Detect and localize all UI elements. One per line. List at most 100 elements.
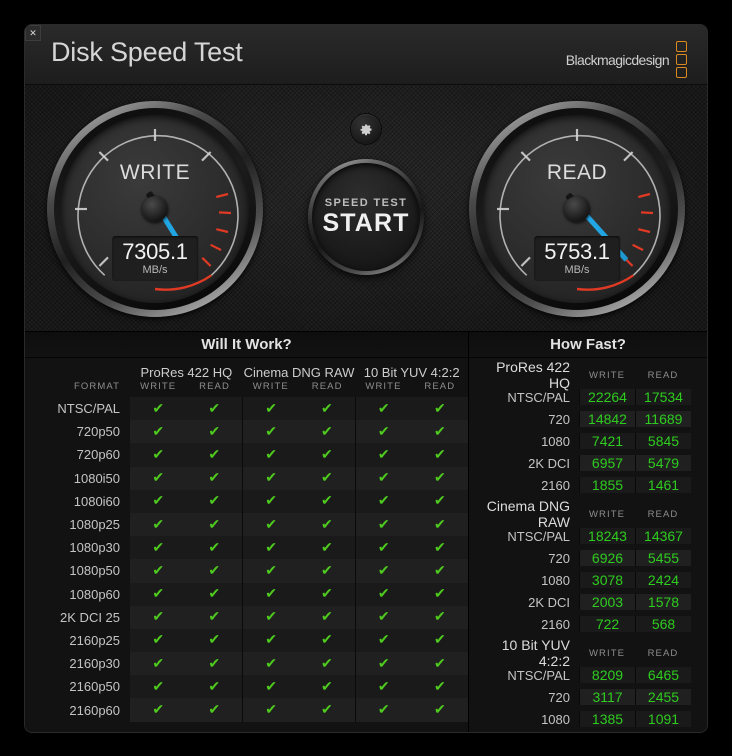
check-icon: ✔: [321, 631, 333, 648]
format-label: 2160p30: [69, 656, 121, 672]
write-speed-value: 722: [579, 616, 635, 632]
read-column-header: READ: [647, 647, 679, 659]
compat-cell: ✔: [130, 443, 187, 467]
check-icon: ✔: [208, 654, 221, 671]
format-label: 2160p50: [69, 679, 121, 695]
subheader-2-1: READ: [424, 381, 456, 392]
compat-cell: ✔: [242, 628, 299, 653]
settings-button[interactable]: [351, 114, 381, 144]
format-label: 2K DCI 25: [60, 609, 121, 625]
how-fast-section: ProRes 422 HQ WRITE READ NTSC/PAL 22264 17534…: [477, 359, 691, 496]
compat-cell: ✔: [242, 652, 299, 676]
compat-cell: ✔: [130, 489, 187, 513]
read-speed-value: 1461: [635, 477, 691, 493]
check-icon: ✔: [377, 492, 390, 509]
resolution-label: 2160: [541, 616, 570, 632]
will-it-work-body: NTSC/PAL ✔ ✔ ✔ ✔ ✔ ✔ 720p50 ✔ ✔ ✔ ✔ ✔ ✔ 720p60 ✔ ✔ ✔ ✔ ✔ ✔ 10…: [25, 397, 468, 722]
check-icon: ✔: [433, 469, 446, 486]
check-icon: ✔: [433, 585, 446, 602]
compat-cell: ✔: [354, 652, 412, 676]
check-icon: ✔: [208, 445, 221, 462]
check-icon: ✔: [377, 608, 390, 625]
write-gauge: WRITE 7305.1 MB/s: [47, 101, 263, 317]
compat-cell: ✔: [130, 420, 187, 444]
check-icon: ✔: [265, 585, 277, 602]
compat-cell: ✔: [242, 466, 299, 490]
list-item: 2K DCI 6957 5479: [477, 452, 691, 474]
column-sub-header-row: FORMAT WRITE READ WRITE READ WRITE READ: [25, 381, 468, 397]
check-icon: ✔: [321, 538, 333, 555]
resolution-label: NTSC/PAL: [507, 528, 570, 544]
compat-cell: ✔: [242, 397, 299, 421]
compat-cell: ✔: [411, 605, 468, 629]
check-icon: ✔: [152, 492, 165, 509]
read-speed-value: 1578: [635, 594, 691, 610]
table-row: 1080p50 ✔ ✔ ✔ ✔ ✔ ✔: [25, 559, 468, 583]
format-label: 1080p30: [69, 540, 121, 556]
compat-cell: ✔: [298, 420, 356, 444]
check-icon: ✔: [265, 515, 277, 532]
read-speed-value: 1091: [635, 711, 691, 727]
compat-cell: ✔: [298, 512, 356, 537]
disk-speed-test-window: ✕ Disk Speed Test Blackmagicdesign WRITE…: [25, 25, 707, 732]
read-readout: 5753.1 MB/s: [534, 235, 620, 281]
read-speed-value: 5455: [635, 550, 691, 566]
compat-cell: ✔: [186, 628, 243, 653]
compat-cell: ✔: [130, 466, 187, 490]
check-icon: ✔: [377, 538, 390, 555]
section-header-row: Cinema DNG RAW WRITE READ: [477, 498, 691, 530]
brand-logo: Blackmagicdesign: [566, 41, 687, 78]
compat-cell: ✔: [186, 512, 243, 537]
compat-cell: ✔: [186, 536, 243, 560]
list-item: 720 6926 5455: [477, 547, 691, 569]
compat-cell: ✔: [298, 559, 356, 583]
check-icon: ✔: [208, 561, 221, 578]
compat-cell: ✔: [354, 582, 412, 606]
compat-cell: ✔: [186, 605, 243, 629]
check-icon: ✔: [152, 701, 165, 718]
list-item: NTSC/PAL 8209 6465: [477, 664, 691, 686]
subheader-1-1: READ: [311, 381, 343, 392]
close-button[interactable]: ✕: [25, 25, 41, 41]
start-button-label: START: [322, 208, 410, 237]
resolution-label: 720: [548, 411, 570, 427]
write-speed-value: 14842: [579, 411, 635, 427]
compat-cell: ✔: [130, 582, 187, 606]
compat-cell: ✔: [298, 466, 356, 490]
table-row: 1080i50 ✔ ✔ ✔ ✔ ✔ ✔: [25, 466, 468, 490]
check-icon: ✔: [377, 469, 390, 486]
compat-cell: ✔: [354, 559, 412, 583]
speed-test-start-button[interactable]: SPEED TEST START: [308, 159, 424, 275]
compat-cell: ✔: [354, 489, 412, 513]
check-icon: ✔: [152, 585, 165, 602]
how-fast-body: ProRes 422 HQ WRITE READ NTSC/PAL 22264 17534…: [469, 358, 707, 732]
compat-cell: ✔: [354, 466, 412, 490]
gear-icon: [360, 124, 371, 135]
check-icon: ✔: [377, 677, 390, 694]
check-icon: ✔: [321, 677, 333, 694]
check-icon: ✔: [265, 492, 277, 509]
read-gauge-hub: [564, 196, 590, 222]
will-it-work-panel: Will It Work? ProRes 422 HQ Cinema DNG RA…: [25, 332, 468, 732]
subheader-0-1: READ: [199, 381, 230, 392]
check-icon: ✔: [321, 561, 333, 578]
list-item: NTSC/PAL 18243 14367: [477, 525, 691, 547]
format-label: NTSC/PAL: [57, 401, 121, 417]
check-icon: ✔: [377, 585, 390, 602]
start-button-kicker: SPEED TEST: [324, 196, 408, 209]
check-icon: ✔: [265, 422, 277, 439]
check-icon: ✔: [377, 422, 390, 439]
check-icon: ✔: [265, 677, 277, 694]
check-icon: ✔: [265, 399, 277, 416]
read-speed-value: 5479: [635, 455, 691, 471]
compat-cell: ✔: [242, 559, 299, 583]
blackmagic-squares-icon: [676, 41, 687, 78]
compat-cell: ✔: [242, 443, 299, 467]
check-icon: ✔: [152, 538, 165, 555]
resolution-label: NTSC/PAL: [507, 667, 570, 683]
write-value: 7305.1: [122, 238, 188, 264]
subheader-0-0: WRITE: [140, 381, 177, 392]
column-group-1: Cinema DNG RAW: [243, 365, 355, 380]
gauge-area: WRITE 7305.1 MB/s READ 5753.1 MB/s SPEED…: [25, 85, 707, 332]
compat-cell: ✔: [354, 420, 412, 444]
